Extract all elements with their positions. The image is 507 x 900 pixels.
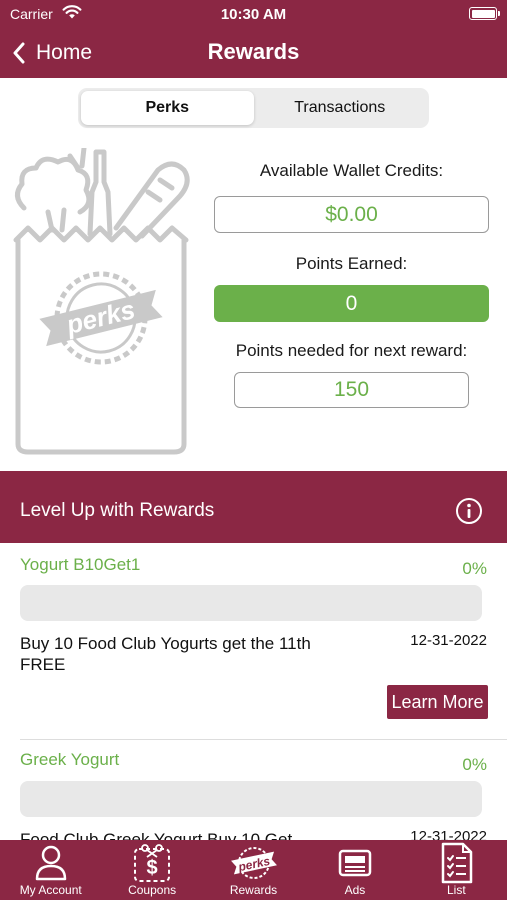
reward-description: Food Club Greek Yogurt Buy 10 Get	[20, 830, 293, 840]
page-title: Rewards	[207, 39, 300, 64]
level-up-title: Level Up with Rewards	[20, 500, 215, 521]
checklist-icon	[439, 842, 473, 884]
tab-label: Ads	[344, 883, 366, 897]
info-circle-icon[interactable]	[455, 497, 483, 525]
tab-label: Rewards	[229, 883, 278, 897]
clock-time: 10:30 AM	[220, 6, 287, 23]
points-earned-value: 0	[214, 285, 489, 322]
person-icon	[34, 844, 68, 882]
reward-percent: 0%	[462, 559, 487, 578]
perks-grocery-bag-illustration: perks	[8, 145, 198, 460]
wallet-credits-value: $0.00	[214, 196, 489, 233]
learn-more-button[interactable]: Learn More	[387, 685, 488, 719]
coupon-scissors-icon: $	[132, 844, 172, 882]
tab-label: Coupons	[128, 883, 177, 897]
perks-badge-text: perks	[236, 854, 272, 875]
battery-icon	[469, 7, 500, 20]
reward-progress-bar	[20, 585, 482, 621]
tab-label: List	[446, 883, 466, 897]
svg-text:$: $	[147, 857, 158, 879]
reward-item: Greek Yogurt 0% Food Club Greek Yogurt B…	[0, 740, 507, 840]
wallet-credits-label: Available Wallet Credits:	[259, 161, 444, 180]
reward-description: Buy 10 Food Club Yogurts get the 11th FR…	[20, 634, 311, 674]
reward-item: Yogurt B10Get1 0% Buy 10 Food Club Yogur…	[0, 543, 507, 739]
newspaper-icon	[337, 844, 373, 882]
reward-percent: 0%	[462, 755, 487, 774]
tab-my-account[interactable]: My Account	[0, 840, 101, 900]
points-earned-label: Points Earned:	[295, 254, 408, 273]
tab-coupons[interactable]: $ Coupons	[101, 840, 202, 900]
perks-transactions-segmented-control: Perks Transactions	[78, 88, 429, 128]
tab-rewards[interactable]: perks Rewards	[203, 840, 304, 900]
reward-expiry-date: 12-31-2022	[410, 632, 487, 649]
reward-name: Greek Yogurt	[20, 750, 120, 769]
reward-expiry-date: 12-31-2022	[410, 828, 487, 840]
tab-label: My Account	[19, 883, 82, 897]
reward-progress-bar	[20, 781, 482, 817]
tab-ads[interactable]: Ads	[304, 840, 405, 900]
tab-list[interactable]: List	[406, 840, 507, 900]
reward-list[interactable]: Yogurt B10Get1 0% Buy 10 Food Club Yogur…	[0, 543, 507, 840]
bottom-tab-bar: My Account $ Coupons perks Rewards Ads L…	[0, 840, 507, 900]
bag-perks-logo: perks	[62, 294, 138, 340]
perks-badge-icon: perks	[229, 844, 279, 882]
level-up-header: Level Up with Rewards	[0, 471, 507, 543]
points-needed-value: 150	[234, 372, 469, 408]
navigation-bar: Home Rewards	[0, 30, 507, 78]
reward-name: Yogurt B10Get1	[20, 555, 141, 574]
points-needed-label: Points needed for next reward:	[235, 341, 468, 360]
tab-transactions[interactable]: Transactions	[254, 91, 427, 125]
tab-perks[interactable]: Perks	[81, 91, 254, 125]
status-bar: Carrier 10:30 AM	[0, 0, 507, 30]
